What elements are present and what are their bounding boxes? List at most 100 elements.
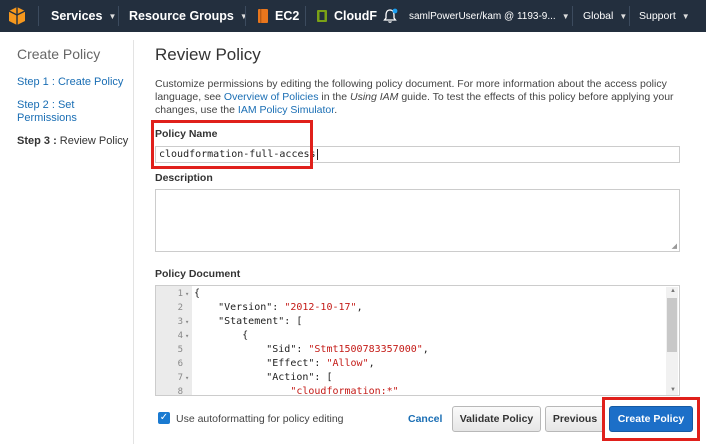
- code-text: "Action": [: [194, 371, 332, 385]
- cancel-button[interactable]: Cancel: [408, 413, 442, 425]
- iam-policy-simulator-link[interactable]: IAM Policy Simulator: [238, 104, 334, 116]
- cloudformation-label: CloudF: [334, 9, 378, 23]
- page-title: Review Policy: [155, 45, 261, 64]
- code-line: 4 ▾ {: [156, 329, 656, 343]
- code-line: 5 "Sid": "Stmt1500783357000",: [156, 343, 656, 357]
- ec2-shortcut[interactable]: EC2: [257, 0, 299, 32]
- resource-groups-menu[interactable]: Resource Groups ▼: [129, 0, 248, 32]
- code-line: 2 "Version": "2012-10-17",: [156, 301, 656, 315]
- checkmark-icon: ✓: [159, 412, 169, 423]
- line-number: 3: [177, 317, 183, 327]
- aws-logo-icon[interactable]: [8, 0, 30, 32]
- code-token: ,: [356, 302, 363, 313]
- services-label: Services: [51, 9, 103, 23]
- highlight-box: [602, 397, 700, 441]
- resize-grip-icon[interactable]: ◢: [672, 242, 677, 250]
- code-text: "Effect": "Allow",: [194, 357, 375, 371]
- line-number: 5: [177, 345, 183, 355]
- nav-divider: [38, 6, 39, 26]
- code-token: "Sid":: [194, 344, 309, 355]
- notifications-bell-icon[interactable]: [382, 0, 398, 32]
- cloudformation-icon: [317, 10, 327, 22]
- fold-toggle-icon[interactable]: ▾: [185, 315, 189, 329]
- fold-toggle-icon[interactable]: ▾: [185, 329, 189, 343]
- code-token: {: [194, 330, 249, 341]
- chevron-down-icon: ▼: [108, 11, 117, 21]
- account-label: samlPowerUser/kam @ 1193-9...: [409, 10, 556, 22]
- intro-using-iam: Using IAM: [349, 91, 399, 103]
- sidebar-step-3-label: Review Policy: [59, 135, 129, 147]
- sidebar-step-2-link[interactable]: Step 2 : Set Permissions: [17, 99, 77, 125]
- intro-in-the: in the: [321, 91, 348, 103]
- intro-period: .: [334, 104, 338, 116]
- intro-text: Customize permissions by editing the fol…: [155, 78, 685, 117]
- sidebar-step-1-link[interactable]: Step 1 : Create Policy: [17, 76, 123, 89]
- text-cursor: [316, 149, 318, 160]
- chevron-down-icon: ▼: [561, 11, 570, 21]
- code-token: {: [194, 288, 201, 299]
- intro-see: see: [204, 91, 221, 103]
- line-number: 2: [177, 303, 183, 313]
- autoformat-checkbox[interactable]: ✓: [158, 412, 170, 424]
- scroll-down-arrow-icon[interactable]: ▼: [670, 387, 676, 393]
- code-text: {: [194, 287, 200, 301]
- sidebar-step-3-prefix: Step 3 :: [17, 135, 57, 147]
- code-line: 3 ▾ "Statement": [: [156, 315, 656, 329]
- account-menu[interactable]: samlPowerUser/kam @ 1193-9... ▼: [409, 0, 570, 32]
- policy-document-editor[interactable]: 1 ▾{2 "Version": "2012-10-17", 3 ▾ "Stateme…: [155, 285, 680, 396]
- code-token: ,: [422, 344, 429, 355]
- code-token: ,: [368, 358, 375, 369]
- code-text: "Version": "2012-10-17",: [194, 301, 363, 315]
- services-menu[interactable]: Services ▼: [51, 0, 116, 32]
- code-line: 6 "Effect": "Allow",: [156, 357, 656, 371]
- overview-of-policies-link[interactable]: Overview of Policies: [224, 91, 319, 103]
- line-number: 6: [177, 359, 183, 369]
- fold-toggle-icon[interactable]: ▾: [185, 287, 189, 301]
- code-token: "Version":: [194, 302, 285, 313]
- scroll-up-arrow-icon[interactable]: ▲: [670, 288, 676, 294]
- nav-divider: [572, 6, 573, 26]
- code-text: "Sid": "Stmt1500783357000",: [194, 343, 429, 357]
- nav-divider: [629, 6, 630, 26]
- cloudformation-shortcut[interactable]: CloudF: [316, 0, 377, 32]
- code-string-token: "Allow": [326, 358, 369, 369]
- code-string-token: "Stmt1500783357000": [308, 344, 423, 355]
- sidebar-title: Create Policy: [17, 46, 101, 62]
- description-textarea[interactable]: ◢: [155, 189, 680, 252]
- top-nav-bar: Services ▼ Resource Groups ▼ EC2 CloudF sa…: [0, 0, 706, 32]
- line-number: 4: [177, 331, 183, 341]
- ec2-label: EC2: [275, 9, 300, 23]
- code-string-token: "cloudformation:*": [290, 386, 399, 396]
- previous-button[interactable]: Previous: [545, 406, 605, 432]
- validate-policy-button[interactable]: Validate Policy: [452, 406, 541, 432]
- nav-divider: [118, 6, 119, 26]
- fold-toggle-icon[interactable]: ▾: [185, 371, 189, 385]
- chevron-down-icon: ▼: [681, 11, 690, 21]
- region-menu[interactable]: Global ▼: [583, 0, 627, 32]
- resource-groups-label: Resource Groups: [129, 9, 234, 23]
- description-label: Description: [155, 172, 213, 184]
- line-number: 1: [177, 289, 183, 299]
- sidebar-divider: [133, 40, 134, 444]
- sidebar-step-3-current: Step 3 : Review Policy: [17, 135, 128, 147]
- nav-divider: [305, 6, 306, 26]
- chevron-down-icon: ▼: [619, 11, 628, 21]
- sidebar-step-2-line2: Permissions: [17, 112, 77, 124]
- editor-scrollbar-thumb[interactable]: [667, 298, 677, 352]
- code-line: 8 "cloudformation:*": [156, 385, 656, 396]
- policy-document-label: Policy Document: [155, 268, 241, 280]
- code-token: "Effect":: [194, 358, 327, 369]
- code-token: "Statement": [: [194, 316, 303, 327]
- chevron-down-icon: ▼: [239, 11, 248, 21]
- autoformat-label: Use autoformatting for policy editing: [176, 413, 344, 425]
- line-number: 8: [177, 387, 183, 396]
- code-text: "Statement": [: [194, 315, 302, 329]
- ec2-icon: [258, 9, 268, 23]
- nav-divider: [245, 6, 246, 26]
- region-label: Global: [583, 10, 614, 22]
- code-line: 1 ▾ {: [156, 287, 656, 301]
- support-menu[interactable]: Support ▼: [639, 0, 690, 32]
- code-token: "Action": [: [194, 372, 333, 383]
- code-text: {: [194, 329, 248, 343]
